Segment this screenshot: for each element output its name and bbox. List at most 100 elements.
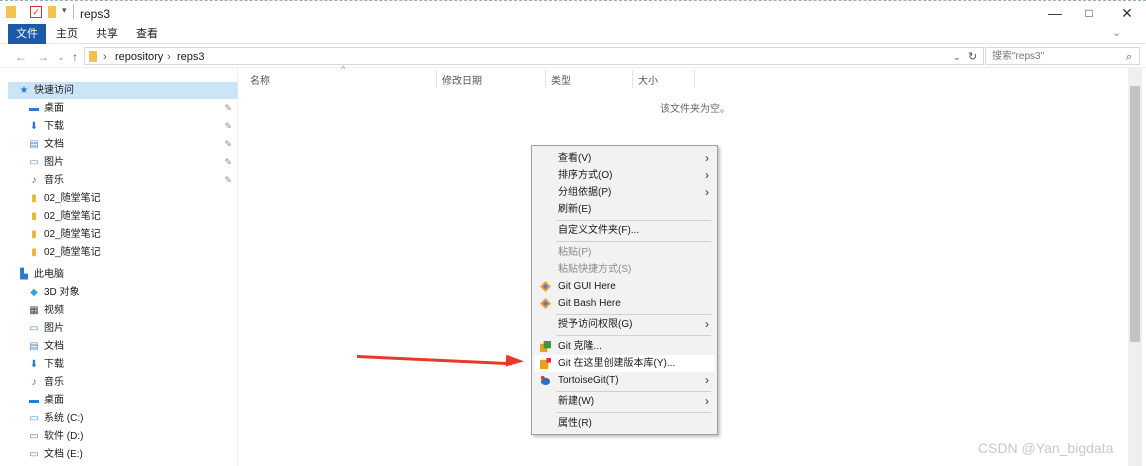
nav-item-folder[interactable]: ▮ 02_随堂笔记 xyxy=(8,244,238,261)
pin-icon[interactable]: ✎ xyxy=(224,136,232,153)
menu-item-paste[interactable]: 粘贴(P) xyxy=(534,244,715,261)
address-row: ← → ⌄ ↑ › repository › reps3 ⌄ ↻ 搜索"reps… xyxy=(0,46,1146,68)
column-header-size[interactable]: 大小 xyxy=(638,72,658,87)
nav-item-downloads[interactable]: ⬇ 下载 xyxy=(8,356,238,373)
nav-item-videos[interactable]: ▦ 视频 xyxy=(8,302,238,319)
pin-icon[interactable]: ✎ xyxy=(224,154,232,171)
menu-item-view[interactable]: 查看(V) › xyxy=(534,150,715,167)
scrollbar-thumb[interactable] xyxy=(1130,86,1140,342)
menu-item-new[interactable]: 新建(W) › xyxy=(534,393,715,410)
menu-separator xyxy=(556,412,711,413)
nav-item-drive-d[interactable]: ▭ 软件 (D:) xyxy=(8,428,238,445)
document-icon: ▤ xyxy=(29,341,39,352)
menu-item-git-gui[interactable]: Git GUI Here xyxy=(534,278,715,295)
nav-item-pictures[interactable]: ▭ 图片 ✎ xyxy=(8,154,238,171)
menu-label: 粘贴快捷方式(S) xyxy=(558,264,632,275)
breadcrumb-reps3[interactable]: reps3 xyxy=(177,50,205,64)
menu-item-git-clone[interactable]: Git 克隆... xyxy=(534,338,715,355)
forward-arrow-icon[interactable]: → xyxy=(36,49,50,65)
nav-label: 02_随堂笔记 xyxy=(44,229,101,240)
menu-label: 分组依据(P) xyxy=(558,187,612,198)
breadcrumb-repository[interactable]: repository xyxy=(115,50,163,64)
nav-label: 视频 xyxy=(44,305,64,316)
nav-label: 02_随堂笔记 xyxy=(44,211,101,222)
column-header-name[interactable]: 名称 xyxy=(250,72,270,87)
nav-item-drive-e[interactable]: ▭ 文档 (E:) xyxy=(8,446,238,463)
tab-file[interactable]: 文件 xyxy=(8,24,46,44)
tab-home[interactable]: 主页 xyxy=(48,24,86,44)
search-icon[interactable]: ⌕ xyxy=(1126,50,1132,64)
search-input[interactable]: 搜索"reps3" ⌕ xyxy=(985,47,1140,65)
pin-icon[interactable]: ✎ xyxy=(224,118,232,135)
nav-item-documents[interactable]: ▤ 文档 ✎ xyxy=(8,136,238,153)
nav-item-desktop[interactable]: ▬ 桌面 xyxy=(8,392,238,409)
nav-item-pictures[interactable]: ▭ 图片 xyxy=(8,320,238,337)
back-arrow-icon[interactable]: ← xyxy=(14,49,28,65)
menu-item-group[interactable]: 分组依据(P) › xyxy=(534,184,715,201)
navigation-pane: ★ 快速访问 ▬ 桌面 ✎ ⬇ 下载 ✎ ▤ 文档 ✎ ▭ 图片 ✎ ♪ 音乐 ✎ ▮ 02_随堂笔记 … xyxy=(8,68,238,466)
nav-label: 系统 (C:) xyxy=(44,413,84,424)
menu-label: 刷新(E) xyxy=(558,204,592,215)
watermark: CSDN @Yan_bigdata xyxy=(978,440,1114,456)
nav-item-drive-c[interactable]: ▭ 系统 (C:) xyxy=(8,410,238,427)
column-header-date[interactable]: 修改日期 xyxy=(442,72,482,87)
menu-item-git-create-repo[interactable]: Git 在这里创建版本库(Y)... xyxy=(534,355,715,372)
menu-item-git-bash[interactable]: Git Bash Here xyxy=(534,295,715,312)
recent-locations-icon[interactable]: ⌄ xyxy=(54,49,68,65)
tortoisegit-create-icon xyxy=(540,358,551,369)
column-divider[interactable] xyxy=(436,70,437,88)
checkbox-icon[interactable]: ✓ xyxy=(30,6,42,18)
folder-icon: ▮ xyxy=(31,229,37,240)
quick-access-dropdown-icon[interactable]: ▾ xyxy=(62,5,67,16)
menu-item-refresh[interactable]: 刷新(E) xyxy=(534,201,715,218)
nav-label: 02_随堂笔记 xyxy=(44,193,101,204)
folder-icon: ▮ xyxy=(31,211,37,222)
title-divider xyxy=(73,4,74,19)
menu-item-give-access[interactable]: 授予访问权限(G) › xyxy=(534,316,715,333)
desktop-icon: ▬ xyxy=(29,395,39,406)
pin-icon[interactable]: ✎ xyxy=(224,172,232,189)
menu-item-tortoisegit[interactable]: TortoiseGit(T) › xyxy=(534,372,715,389)
column-divider[interactable] xyxy=(632,70,633,88)
nav-item-music[interactable]: ♪ 音乐 xyxy=(8,374,238,391)
download-icon: ⬇ xyxy=(29,121,39,132)
refresh-icon[interactable]: ↻ xyxy=(968,50,977,64)
ribbon-expand-icon[interactable]: ⌄ xyxy=(1112,26,1121,39)
folder-icon xyxy=(89,51,97,62)
nav-label: 文档 xyxy=(44,139,64,150)
nav-quick-access[interactable]: ★ 快速访问 xyxy=(8,82,238,99)
nav-label: 文档 (E:) xyxy=(44,449,83,460)
menu-separator xyxy=(556,391,711,392)
menu-label: 粘贴(P) xyxy=(558,247,592,258)
menu-item-customize-folder[interactable]: 自定义文件夹(F)... xyxy=(534,222,715,239)
nav-item-3d-objects[interactable]: ◆ 3D 对象 xyxy=(8,284,238,301)
up-arrow-icon[interactable]: ↑ xyxy=(68,49,82,65)
menu-separator xyxy=(556,241,711,242)
empty-folder-message: 该文件夹为空。 xyxy=(660,104,730,115)
menu-item-sort[interactable]: 排序方式(O) › xyxy=(534,167,715,184)
nav-item-folder[interactable]: ▮ 02_随堂笔记 xyxy=(8,190,238,207)
address-dropdown-icon[interactable]: ⌄ xyxy=(953,50,961,64)
nav-item-desktop[interactable]: ▬ 桌面 ✎ xyxy=(8,100,238,117)
column-divider[interactable] xyxy=(694,70,695,88)
column-divider[interactable] xyxy=(545,70,546,88)
tab-share[interactable]: 共享 xyxy=(88,24,126,44)
nav-item-folder[interactable]: ▮ 02_随堂笔记 xyxy=(8,208,238,225)
menu-label: Git GUI Here xyxy=(558,281,616,292)
close-button[interactable]: ✕ xyxy=(1112,3,1142,23)
nav-item-folder[interactable]: ▮ 02_随堂笔记 xyxy=(8,226,238,243)
nav-item-documents[interactable]: ▤ 文档 xyxy=(8,338,238,355)
column-header-type[interactable]: 类型 xyxy=(551,72,571,87)
menu-item-properties[interactable]: 属性(R) xyxy=(534,415,715,432)
menu-item-paste-shortcut[interactable]: 粘贴快捷方式(S) xyxy=(534,261,715,278)
menu-label: 授予访问权限(G) xyxy=(558,319,633,330)
nav-item-downloads[interactable]: ⬇ 下载 ✎ xyxy=(8,118,238,135)
pin-icon[interactable]: ✎ xyxy=(224,100,232,117)
nav-item-music[interactable]: ♪ 音乐 ✎ xyxy=(8,172,238,189)
nav-this-pc[interactable]: ▙ 此电脑 xyxy=(8,266,238,283)
menu-label: 排序方式(O) xyxy=(558,170,613,181)
tab-view[interactable]: 查看 xyxy=(128,24,166,44)
maximize-button[interactable]: □ xyxy=(1074,3,1104,23)
minimize-button[interactable]: — xyxy=(1040,3,1070,23)
address-box[interactable]: › repository › reps3 ⌄ ↻ xyxy=(84,47,984,65)
